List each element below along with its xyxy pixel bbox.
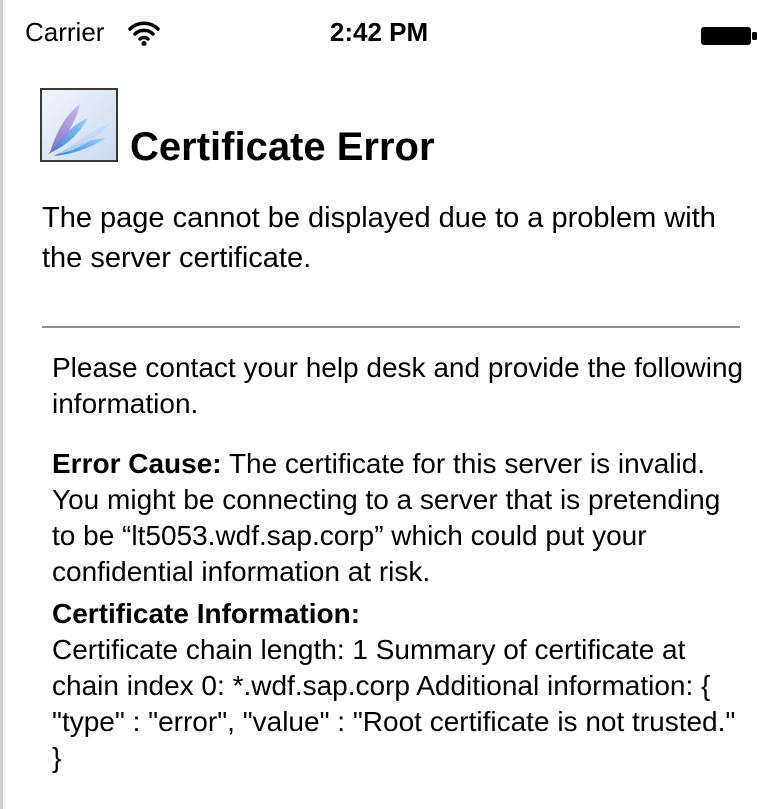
app-logo-icon — [40, 88, 118, 162]
status-time: 2:42 PM — [329, 17, 429, 47]
page-left-border — [0, 0, 3, 809]
error-cause-paragraph: Error Cause: The certificate for this se… — [52, 446, 748, 590]
status-bar: Carrier 2:42 PM — [0, 0, 758, 64]
error-summary: The page cannot be displayed due to a pr… — [42, 202, 716, 274]
certificate-info-paragraph: Certificate Information: Certificate cha… — [52, 596, 748, 776]
certificate-info-text: Certificate chain length: 1 Summary of c… — [52, 634, 736, 773]
battery-full-icon — [701, 27, 757, 45]
page-title: Certificate Error — [130, 125, 435, 169]
certificate-info-label: Certificate Information: — [52, 598, 361, 629]
section-divider — [42, 326, 740, 328]
error-details: Please contact your help desk and provid… — [52, 350, 748, 776]
help-desk-instruction: Please contact your help desk and provid… — [52, 352, 744, 419]
error-cause-label: Error Cause: — [52, 448, 222, 479]
